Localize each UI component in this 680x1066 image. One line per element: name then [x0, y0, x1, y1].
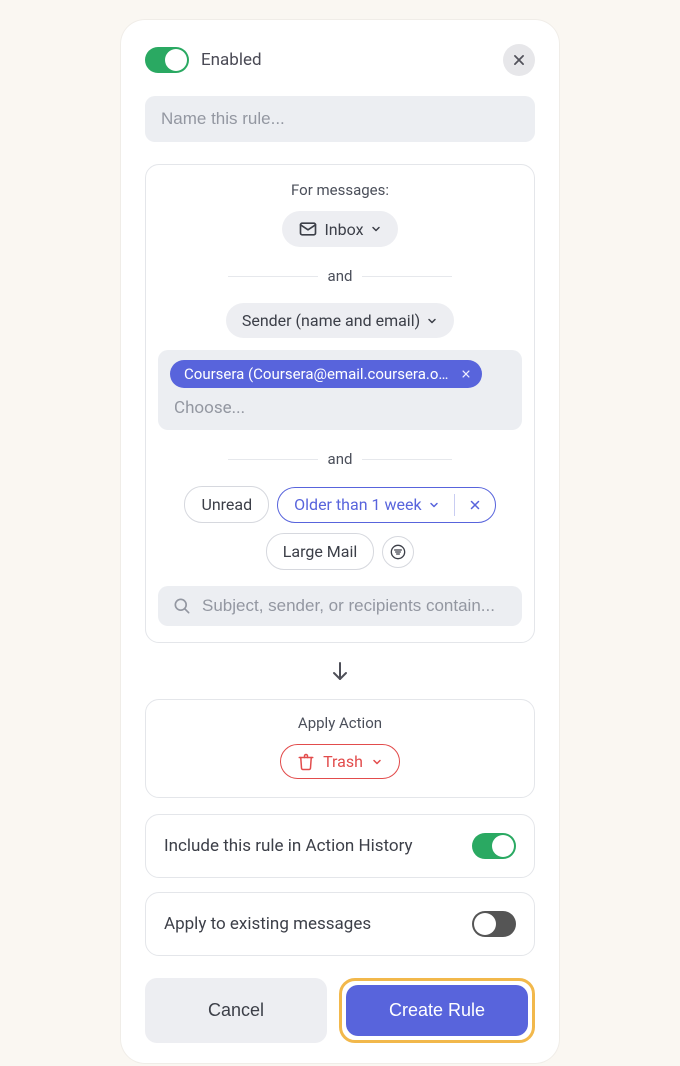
for-messages-label: For messages:: [158, 181, 522, 199]
older-label: Older than 1 week: [294, 495, 421, 514]
mailbox-label: Inbox: [324, 220, 363, 239]
search-icon: [172, 596, 192, 616]
unread-filter-pill[interactable]: Unread: [184, 486, 269, 523]
footer: Cancel Create Rule: [145, 978, 535, 1043]
arrow-down-icon: [328, 659, 352, 683]
chevron-down-icon: [370, 223, 382, 235]
close-icon: [461, 369, 471, 379]
older-filter-pill[interactable]: Older than 1 week: [277, 487, 495, 523]
large-mail-pill[interactable]: Large Mail: [266, 533, 374, 570]
close-icon: [469, 499, 481, 511]
action-history-row: Include this rule in Action History: [145, 814, 535, 878]
conditions-box: For messages: Inbox and Sender (name and…: [145, 164, 535, 643]
rule-modal: Enabled For messages: Inbox and Sender (…: [121, 20, 559, 1063]
chevron-down-icon: [371, 756, 383, 768]
apply-existing-label: Apply to existing messages: [164, 914, 371, 934]
action-history-label: Include this rule in Action History: [164, 836, 413, 856]
apply-action-label: Apply Action: [158, 714, 522, 732]
sender-filter-label: Sender (name and email): [242, 311, 420, 330]
flow-arrow: [145, 659, 535, 683]
choose-input[interactable]: Choose...: [170, 388, 510, 420]
sender-chip[interactable]: Coursera (Coursera@email.coursera.o…: [170, 360, 482, 388]
and-label: and: [328, 267, 353, 285]
trash-action-pill[interactable]: Trash: [280, 744, 400, 779]
apply-existing-row: Apply to existing messages: [145, 892, 535, 956]
sender-chip-text: Coursera (Coursera@email.coursera.o…: [184, 365, 448, 383]
close-icon: [512, 53, 526, 67]
create-rule-button[interactable]: Create Rule: [346, 985, 528, 1036]
large-mail-label: Large Mail: [283, 542, 357, 561]
search-input[interactable]: [202, 596, 508, 616]
mailbox-selector[interactable]: Inbox: [282, 211, 397, 247]
enabled-toggle[interactable]: [145, 47, 189, 73]
inbox-icon: [298, 219, 318, 239]
unread-label: Unread: [201, 495, 252, 514]
chevron-down-icon: [428, 499, 440, 511]
sender-chip-block: Coursera (Coursera@email.coursera.o… Cho…: [158, 350, 522, 430]
enabled-group: Enabled: [145, 47, 262, 73]
action-box: Apply Action Trash: [145, 699, 535, 798]
action-history-toggle[interactable]: [472, 833, 516, 859]
enabled-label: Enabled: [201, 50, 262, 70]
older-filter-remove[interactable]: [465, 499, 485, 511]
and-label: and: [328, 450, 353, 468]
and-divider: and: [158, 267, 522, 285]
trash-label: Trash: [323, 752, 363, 771]
apply-existing-toggle[interactable]: [472, 911, 516, 937]
modal-header: Enabled: [145, 44, 535, 76]
create-rule-highlight: Create Rule: [339, 978, 535, 1043]
sender-chip-remove[interactable]: [458, 366, 474, 382]
filter-icon: [390, 544, 406, 560]
search-row[interactable]: [158, 586, 522, 626]
cancel-button[interactable]: Cancel: [145, 978, 327, 1043]
and-divider: and: [158, 450, 522, 468]
filter-options-button[interactable]: [382, 536, 414, 568]
trash-icon: [297, 753, 315, 771]
close-button[interactable]: [503, 44, 535, 76]
chevron-down-icon: [426, 315, 438, 327]
sender-filter-selector[interactable]: Sender (name and email): [226, 303, 454, 338]
rule-name-input[interactable]: [145, 96, 535, 142]
